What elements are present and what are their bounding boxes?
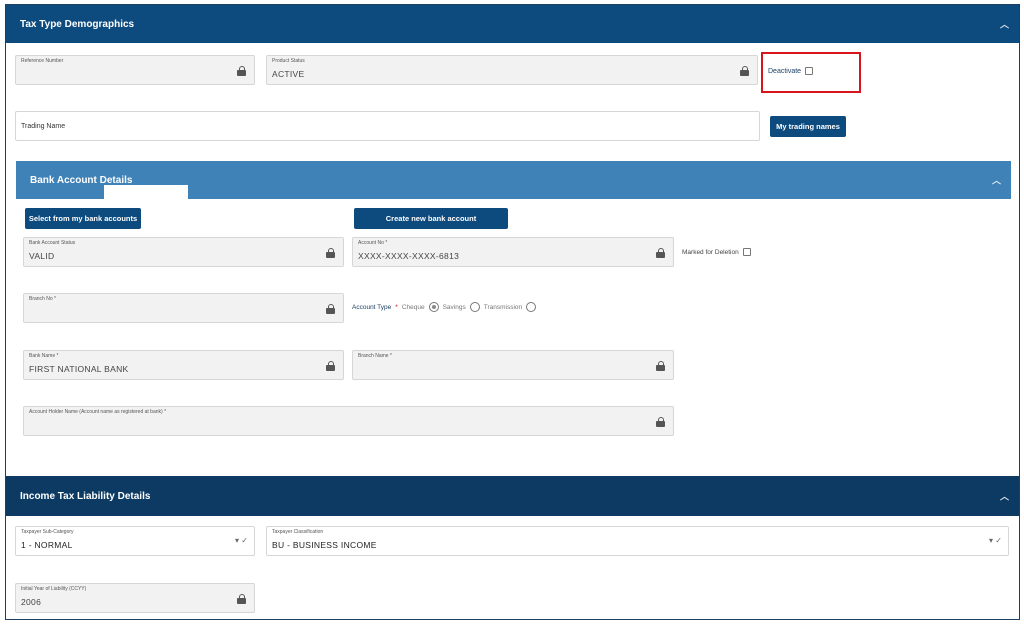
account-number-field: Account No * XXXX-XXXX-XXXX-6813 (352, 237, 674, 267)
chevron-up-icon[interactable]: ︿ (992, 174, 1001, 187)
lock-icon (326, 248, 335, 258)
deactivate-checkbox-row[interactable]: Deactivate (768, 67, 814, 75)
field-label: Trading Name (21, 123, 66, 130)
section-title: Bank Account Details (30, 174, 133, 186)
lock-icon (237, 66, 246, 76)
header-tab-blank (104, 185, 188, 199)
lock-icon (656, 417, 665, 427)
lock-icon (656, 361, 665, 371)
option-transmission-radio[interactable] (526, 302, 537, 312)
field-label: Taxpayer Classification (272, 529, 324, 535)
field-value: VALID (29, 251, 55, 261)
field-label: Product Status (272, 58, 305, 64)
field-label: Bank Name * (29, 353, 59, 359)
branch-name-field: Branch Name * (352, 350, 674, 380)
bank-name-field: Bank Name * FIRST NATIONAL BANK (23, 350, 344, 380)
required-marker: * (395, 303, 398, 311)
field-value: ACTIVE (272, 69, 305, 79)
field-value: 1 - NORMAL (21, 540, 73, 550)
marked-for-deletion-label: Marked for Deletion (682, 248, 739, 256)
taxpayer-sub-category-select[interactable]: Taxpayer Sub-Category 1 - NORMAL ▾ ✓ (15, 526, 255, 556)
marked-for-deletion-checkbox[interactable] (742, 248, 751, 256)
account-type-label: Account Type (352, 303, 392, 311)
create-bank-account-button[interactable]: Create new bank account (354, 208, 508, 229)
field-value: FIRST NATIONAL BANK (29, 364, 129, 374)
deactivate-checkbox[interactable] (805, 67, 814, 75)
field-label: Bank Account Status (29, 240, 76, 246)
section-title: Tax Type Demographics (20, 18, 135, 30)
bank-account-status-field: Bank Account Status VALID (23, 237, 344, 267)
option-savings-radio[interactable] (469, 302, 480, 312)
section-header-bank-account[interactable]: Bank Account Details ︿ (16, 161, 1011, 199)
chevron-up-icon[interactable]: ︿ (1000, 490, 1009, 503)
field-label: Branch No * (29, 296, 56, 302)
option-cheque-label: Cheque (401, 303, 425, 311)
branch-number-field: Branch No * (23, 293, 344, 323)
lock-icon (656, 248, 665, 258)
field-label: Account No * (358, 240, 388, 246)
section-header-income-tax[interactable]: Income Tax Liability Details ︿ (6, 476, 1019, 516)
select-bank-account-button[interactable]: Select from my bank accounts (25, 208, 141, 229)
dropdown-check-icon[interactable]: ▾ ✓ (235, 536, 248, 545)
field-label: Branch Name * (358, 353, 392, 359)
option-transmission-label: Transmission (483, 303, 523, 311)
field-label: Account Holder Name (Account name as reg… (29, 409, 167, 415)
initial-year-of-liability-field: Initial Year of Liability (CCYY) 2006 (15, 583, 255, 613)
section-title: Income Tax Liability Details (20, 490, 151, 502)
deactivate-label: Deactivate (768, 67, 802, 75)
section-header-tax-type[interactable]: Tax Type Demographics ︿ (6, 5, 1019, 43)
field-label: Taxpayer Sub-Category (21, 529, 74, 535)
lock-icon (326, 361, 335, 371)
trading-name-field[interactable]: Trading Name (15, 111, 760, 141)
lock-icon (237, 594, 246, 604)
chevron-up-icon[interactable]: ︿ (1000, 18, 1009, 31)
reference-number-field: Reference Number (15, 55, 255, 85)
marked-for-deletion-row[interactable]: Marked for Deletion (682, 248, 751, 256)
dropdown-check-icon[interactable]: ▾ ✓ (989, 536, 1002, 545)
field-value: BU - BUSINESS INCOME (272, 540, 377, 550)
my-trading-names-button[interactable]: My trading names (770, 116, 846, 137)
field-label: Reference Number (21, 58, 64, 64)
field-label: Initial Year of Liability (CCYY) (21, 586, 87, 592)
lock-icon (326, 304, 335, 314)
tax-type-form: Tax Type Demographics ︿ Reference Number… (5, 4, 1020, 620)
field-value: 2006 (21, 597, 42, 607)
account-holder-name-field: Account Holder Name (Account name as reg… (23, 406, 674, 436)
account-type-radio-group: Account Type * Cheque Savings Transmissi… (352, 302, 537, 312)
option-cheque-radio[interactable] (428, 302, 439, 312)
product-status-field: Product Status ACTIVE (266, 55, 758, 85)
taxpayer-classification-select[interactable]: Taxpayer Classification BU - BUSINESS IN… (266, 526, 1009, 556)
option-savings-label: Savings (442, 303, 466, 311)
lock-icon (740, 66, 749, 76)
field-value: XXXX-XXXX-XXXX-6813 (358, 251, 460, 261)
